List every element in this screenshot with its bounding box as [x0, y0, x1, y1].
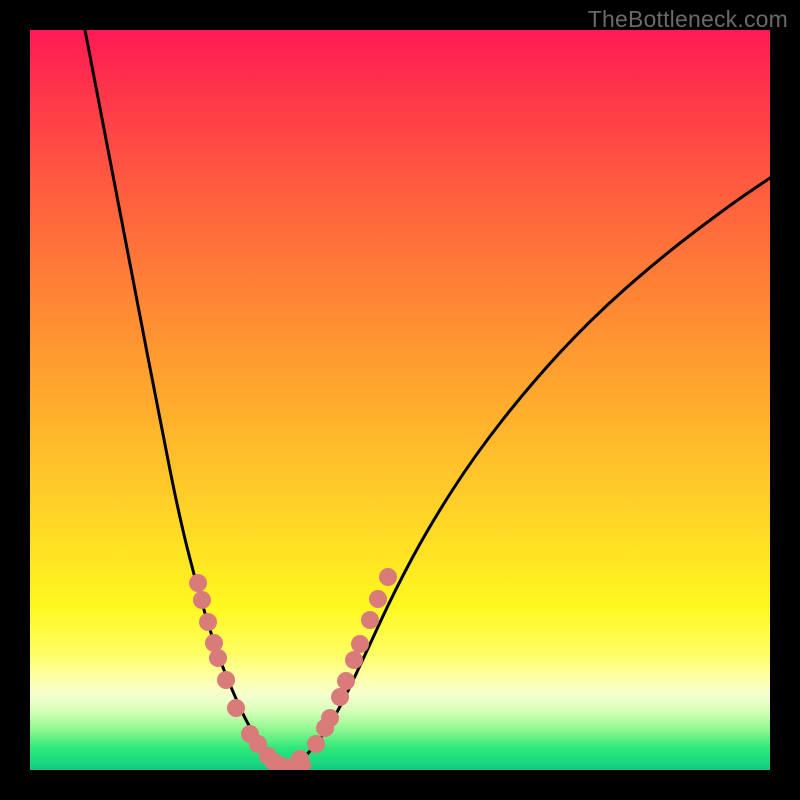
plot-area	[30, 30, 770, 770]
curve-right-branch	[288, 178, 770, 768]
data-marker	[227, 699, 245, 717]
curve-left-branch	[85, 30, 288, 768]
data-marker	[209, 649, 227, 667]
data-marker	[337, 672, 355, 690]
data-marker	[193, 591, 211, 609]
data-marker	[321, 709, 339, 727]
data-marker	[331, 688, 349, 706]
data-marker	[217, 671, 235, 689]
data-marker	[345, 651, 363, 669]
watermark-label: TheBottleneck.com	[588, 6, 788, 33]
data-marker	[379, 568, 397, 586]
data-marker	[189, 574, 207, 592]
data-marker	[199, 613, 217, 631]
chart-frame: TheBottleneck.com	[0, 0, 800, 800]
data-marker	[361, 611, 379, 629]
data-marker	[369, 590, 387, 608]
data-marker	[307, 735, 325, 753]
curve-layer	[30, 30, 770, 770]
marker-group	[189, 568, 397, 770]
data-marker	[351, 635, 369, 653]
